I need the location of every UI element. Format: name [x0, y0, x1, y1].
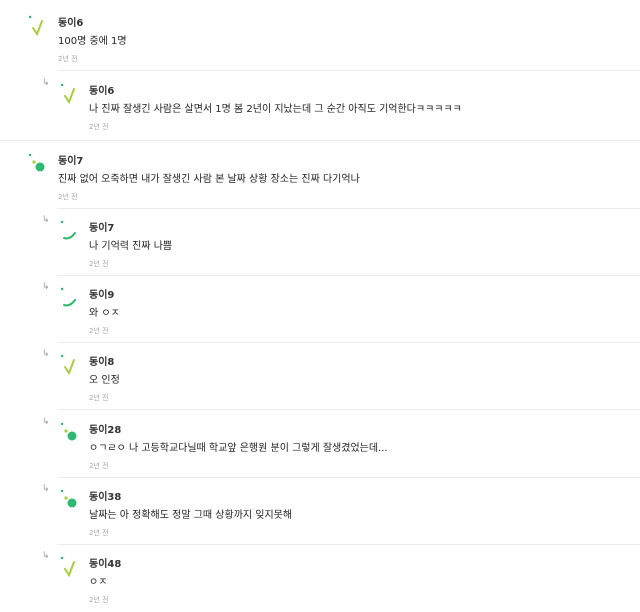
- reply-arrow-icon: ↳: [42, 282, 50, 292]
- comment-nickname[interactable]: 동이7: [58, 152, 83, 167]
- reply-arrow-icon: ↳: [42, 417, 50, 427]
- green-arc-avatar-icon[interactable]: [60, 220, 78, 242]
- reply-item: ↳ 동이7 나 기억력 진짜 나쁨 2년 전: [0, 208, 640, 276]
- green-arc-avatar-icon[interactable]: [60, 287, 78, 309]
- comment-nickname[interactable]: 동이7: [89, 219, 114, 234]
- comment-timestamp: 2년 전: [89, 596, 109, 604]
- comment-timestamp: 2년 전: [89, 529, 109, 537]
- reply-item: ↳ 동이48 ㅇㅈ 2년 전: [0, 544, 640, 612]
- comment-item: 동이6 100명 중에 1명 2년 전: [0, 0, 640, 68]
- reply-item: ↳ 동이38 날짜는 아 정확해도 정말 그때 상황까지 잊지못해 2년 전: [0, 477, 640, 545]
- reply-arrow-icon: ↳: [42, 551, 50, 561]
- reply-arrow-icon: ↳: [42, 349, 50, 359]
- reply-arrow-icon: ↳: [42, 78, 50, 88]
- comment-nickname[interactable]: 동이9: [89, 286, 114, 301]
- comment-timestamp: 2년 전: [89, 123, 109, 131]
- comment-timestamp: 2년 전: [89, 462, 109, 470]
- comment-text: ㅇㄱㄹㅇ 나 고등학교다닐때 학교앞 은행원 분이 그렇게 잘생겼었는데...: [89, 443, 388, 454]
- reply-item: ↳ 동이8 오 인정 2년 전: [0, 342, 640, 410]
- lime-slash-avatar-icon[interactable]: [28, 15, 46, 37]
- comment-timestamp: 2년 전: [89, 327, 109, 335]
- lime-slash-avatar-icon[interactable]: [60, 556, 78, 578]
- green-dot-avatar-icon[interactable]: [28, 153, 46, 175]
- reply-item: ↳ 동이6 나 진짜 잘생긴 사람은 살면서 1명 봄 2년이 지났는데 그 순간…: [0, 70, 640, 138]
- comment-text: 오 인정: [89, 375, 120, 386]
- comment-item: 동이7 진짜 없어 오죽하면 내가 잘생긴 사람 본 날짜 상황 장소는 진짜 다…: [0, 140, 640, 208]
- comment-nickname[interactable]: 동이38: [89, 488, 121, 503]
- comment-nickname[interactable]: 동이28: [89, 421, 121, 436]
- lime-slash-avatar-icon[interactable]: [60, 354, 78, 376]
- comment-nickname[interactable]: 동이6: [58, 14, 83, 29]
- comment-text: 날짜는 아 정확해도 정말 그때 상황까지 잊지못해: [89, 510, 293, 521]
- green-dot-avatar-icon[interactable]: [60, 422, 78, 444]
- comment-text: 진짜 없어 오죽하면 내가 잘생긴 사람 본 날짜 상황 장소는 진짜 다기억나: [58, 174, 360, 185]
- reply-arrow-icon: ↳: [42, 484, 50, 494]
- comment-nickname[interactable]: 동이6: [89, 82, 114, 97]
- comment-timestamp: 2년 전: [89, 260, 109, 268]
- comment-nickname[interactable]: 동이48: [89, 555, 121, 570]
- comment-text: ㅇㅈ: [89, 577, 108, 588]
- lime-slash-avatar-icon[interactable]: [60, 83, 78, 105]
- reply-item: ↳ 동이28 ㅇㄱㄹㅇ 나 고등학교다닐때 학교앞 은행원 분이 그렇게 잘생겼었…: [0, 409, 640, 477]
- comment-timestamp: 2년 전: [58, 55, 78, 63]
- comment-timestamp: 2년 전: [58, 193, 78, 201]
- comment-text: 와 ㅇㅈ: [89, 308, 120, 319]
- comment-text: 나 진짜 잘생긴 사람은 살면서 1명 봄 2년이 지났는데 그 순간 아직도 …: [89, 104, 462, 115]
- comment-text: 나 기억력 진짜 나쁨: [89, 241, 173, 252]
- reply-arrow-icon: ↳: [42, 215, 50, 225]
- reply-item: ↳ 동이9 와 ㅇㅈ 2년 전: [0, 275, 640, 343]
- comment-nickname[interactable]: 동이8: [89, 353, 114, 368]
- green-dot-avatar-icon[interactable]: [60, 489, 78, 511]
- comment-timestamp: 2년 전: [89, 394, 109, 402]
- comment-text: 100명 중에 1명: [58, 36, 127, 47]
